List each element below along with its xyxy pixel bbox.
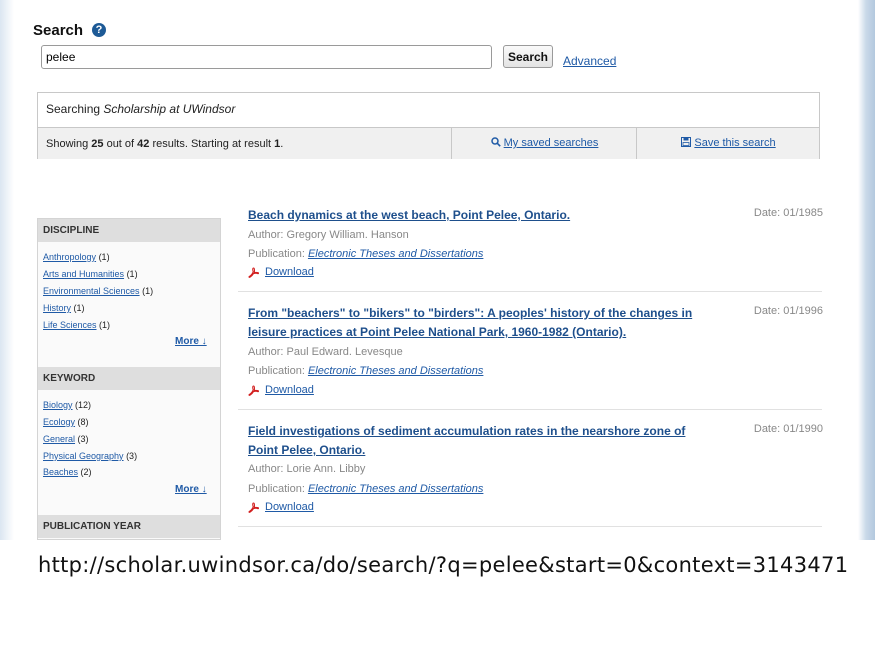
facet-count: (1) bbox=[98, 252, 110, 262]
result-title-link[interactable]: Field investigations of sediment accumul… bbox=[248, 422, 718, 460]
facet-count: (1) bbox=[126, 269, 138, 279]
scope-collection: Scholarship at UWindsor bbox=[103, 102, 236, 116]
facet-count: (3) bbox=[77, 434, 89, 444]
publication-link[interactable]: Electronic Theses and Dissertations bbox=[308, 248, 483, 260]
pdf-icon bbox=[248, 502, 260, 513]
search-result: From "beachers" to "bikers" to "birders"… bbox=[238, 304, 823, 404]
publication-link[interactable]: Electronic Theses and Dissertations bbox=[308, 483, 483, 495]
author-label: Author: bbox=[248, 463, 287, 475]
facet-link[interactable]: Anthropology bbox=[43, 252, 96, 262]
discipline-more-link[interactable]: More ↓ bbox=[175, 336, 207, 347]
publication-label: Publication: bbox=[248, 365, 308, 377]
result-title-link[interactable]: Beach dynamics at the west beach, Point … bbox=[248, 206, 718, 225]
url-caption: http://scholar.uwindsor.ca/do/search/?q=… bbox=[38, 553, 849, 577]
advanced-search-link[interactable]: Advanced bbox=[563, 54, 616, 68]
facet-item: Physical Geography (3) bbox=[43, 451, 137, 461]
facet-link[interactable]: Biology bbox=[43, 400, 73, 410]
scope-text: Searching Scholarship at UWindsor bbox=[46, 102, 235, 116]
shown-count: 25 bbox=[91, 138, 104, 150]
publication-link[interactable]: Electronic Theses and Dissertations bbox=[308, 365, 483, 377]
publication-label: Publication: bbox=[248, 248, 308, 260]
publication-label: Publication: bbox=[248, 483, 308, 495]
results-label: results. Starting at result bbox=[149, 138, 275, 150]
facet-count: (12) bbox=[75, 400, 92, 410]
result-date: Date: 01/1985 bbox=[753, 207, 823, 219]
facet-item: History (1) bbox=[43, 303, 85, 313]
author-label: Author: bbox=[248, 346, 287, 358]
facet-item: Arts and Humanities (1) bbox=[43, 269, 138, 279]
save-this-search-label: Save this search bbox=[694, 137, 776, 149]
facet-link[interactable]: Life Sciences bbox=[43, 320, 97, 330]
results-count-text: Showing 25 out of 42 results. Starting a… bbox=[46, 138, 283, 150]
download-link[interactable]: Download bbox=[265, 384, 314, 396]
help-icon[interactable]: ? bbox=[92, 23, 106, 37]
facet-count: (1) bbox=[73, 303, 85, 313]
facet-link[interactable]: Beaches bbox=[43, 467, 78, 477]
facet-heading-keyword: KEYWORD bbox=[38, 367, 220, 390]
my-saved-searches-label: My saved searches bbox=[503, 137, 599, 149]
search-input[interactable] bbox=[41, 45, 492, 69]
facet-item: Environmental Sciences (1) bbox=[43, 286, 153, 296]
facet-link[interactable]: History bbox=[43, 303, 71, 313]
facet-item: Beaches (2) bbox=[43, 467, 92, 477]
result-date: Date: 01/1996 bbox=[753, 305, 823, 317]
facet-link[interactable]: Physical Geography bbox=[43, 451, 124, 461]
download-link[interactable]: Download bbox=[265, 266, 314, 278]
facet-link[interactable]: Environmental Sciences bbox=[43, 286, 140, 296]
out-of-label: out of bbox=[103, 138, 138, 150]
results-status-bar: Showing 25 out of 42 results. Starting a… bbox=[38, 127, 819, 159]
result-author: Author: Paul Edward. Levesque bbox=[248, 346, 403, 358]
facet-count: (2) bbox=[80, 467, 92, 477]
facet-item: General (3) bbox=[43, 434, 89, 444]
search-button[interactable]: Search bbox=[503, 45, 553, 68]
result-publication: Publication: Electronic Theses and Disse… bbox=[248, 248, 483, 260]
showing-label: Showing bbox=[46, 138, 92, 150]
search-page: Search ? Search Advanced Searching Schol… bbox=[18, 0, 858, 540]
facet-sidebar: DISCIPLINE Anthropology (1) Arts and Hum… bbox=[37, 218, 221, 540]
total-count: 42 bbox=[137, 138, 150, 150]
result-divider bbox=[238, 526, 822, 527]
save-this-search-link[interactable]: Save this search bbox=[636, 128, 820, 159]
facet-heading-discipline: DISCIPLINE bbox=[38, 219, 220, 242]
result-divider bbox=[238, 291, 822, 292]
facet-heading-publication-year: PUBLICATION YEAR bbox=[38, 515, 220, 538]
search-scope-box: Searching Scholarship at UWindsor Showin… bbox=[37, 92, 820, 159]
result-publication: Publication: Electronic Theses and Disse… bbox=[248, 483, 483, 495]
facet-item: Life Sciences (1) bbox=[43, 320, 110, 330]
save-icon bbox=[681, 137, 694, 149]
facet-count: (1) bbox=[99, 320, 111, 330]
facet-item: Ecology (8) bbox=[43, 417, 89, 427]
result-divider bbox=[238, 409, 822, 410]
result-publication: Publication: Electronic Theses and Disse… bbox=[248, 365, 483, 377]
result-title-link[interactable]: From "beachers" to "bikers" to "birders"… bbox=[248, 304, 718, 342]
facet-item: Biology (12) bbox=[43, 400, 91, 410]
search-title: Search bbox=[33, 22, 84, 39]
author-label: Author: bbox=[248, 229, 287, 241]
facet-link[interactable]: Ecology bbox=[43, 417, 75, 427]
result-author: Author: Lorie Ann. Libby bbox=[248, 463, 365, 475]
search-result: Field investigations of sediment accumul… bbox=[238, 422, 823, 522]
search-icon bbox=[490, 137, 504, 149]
download-link[interactable]: Download bbox=[265, 501, 314, 513]
facet-count: (3) bbox=[126, 451, 138, 461]
facet-count: (1) bbox=[142, 286, 154, 296]
scope-prefix: Searching bbox=[46, 102, 104, 116]
search-result: Beach dynamics at the west beach, Point … bbox=[238, 206, 823, 286]
result-author: Author: Gregory William. Hanson bbox=[248, 229, 409, 241]
my-saved-searches-link[interactable]: My saved searches bbox=[451, 128, 637, 159]
pdf-icon bbox=[248, 267, 260, 278]
facet-link[interactable]: Arts and Humanities bbox=[43, 269, 124, 279]
keyword-more-link[interactable]: More ↓ bbox=[175, 484, 207, 495]
facet-item: Anthropology (1) bbox=[43, 252, 110, 262]
author-name: Lorie Ann. Libby bbox=[286, 463, 366, 475]
result-date: Date: 01/1990 bbox=[753, 423, 823, 435]
author-name: Paul Edward. Levesque bbox=[286, 346, 403, 358]
facet-link[interactable]: General bbox=[43, 434, 75, 444]
status-period: . bbox=[280, 138, 284, 150]
facet-count: (8) bbox=[77, 417, 89, 427]
author-name: Gregory William. Hanson bbox=[286, 229, 409, 241]
pdf-icon bbox=[248, 385, 260, 396]
